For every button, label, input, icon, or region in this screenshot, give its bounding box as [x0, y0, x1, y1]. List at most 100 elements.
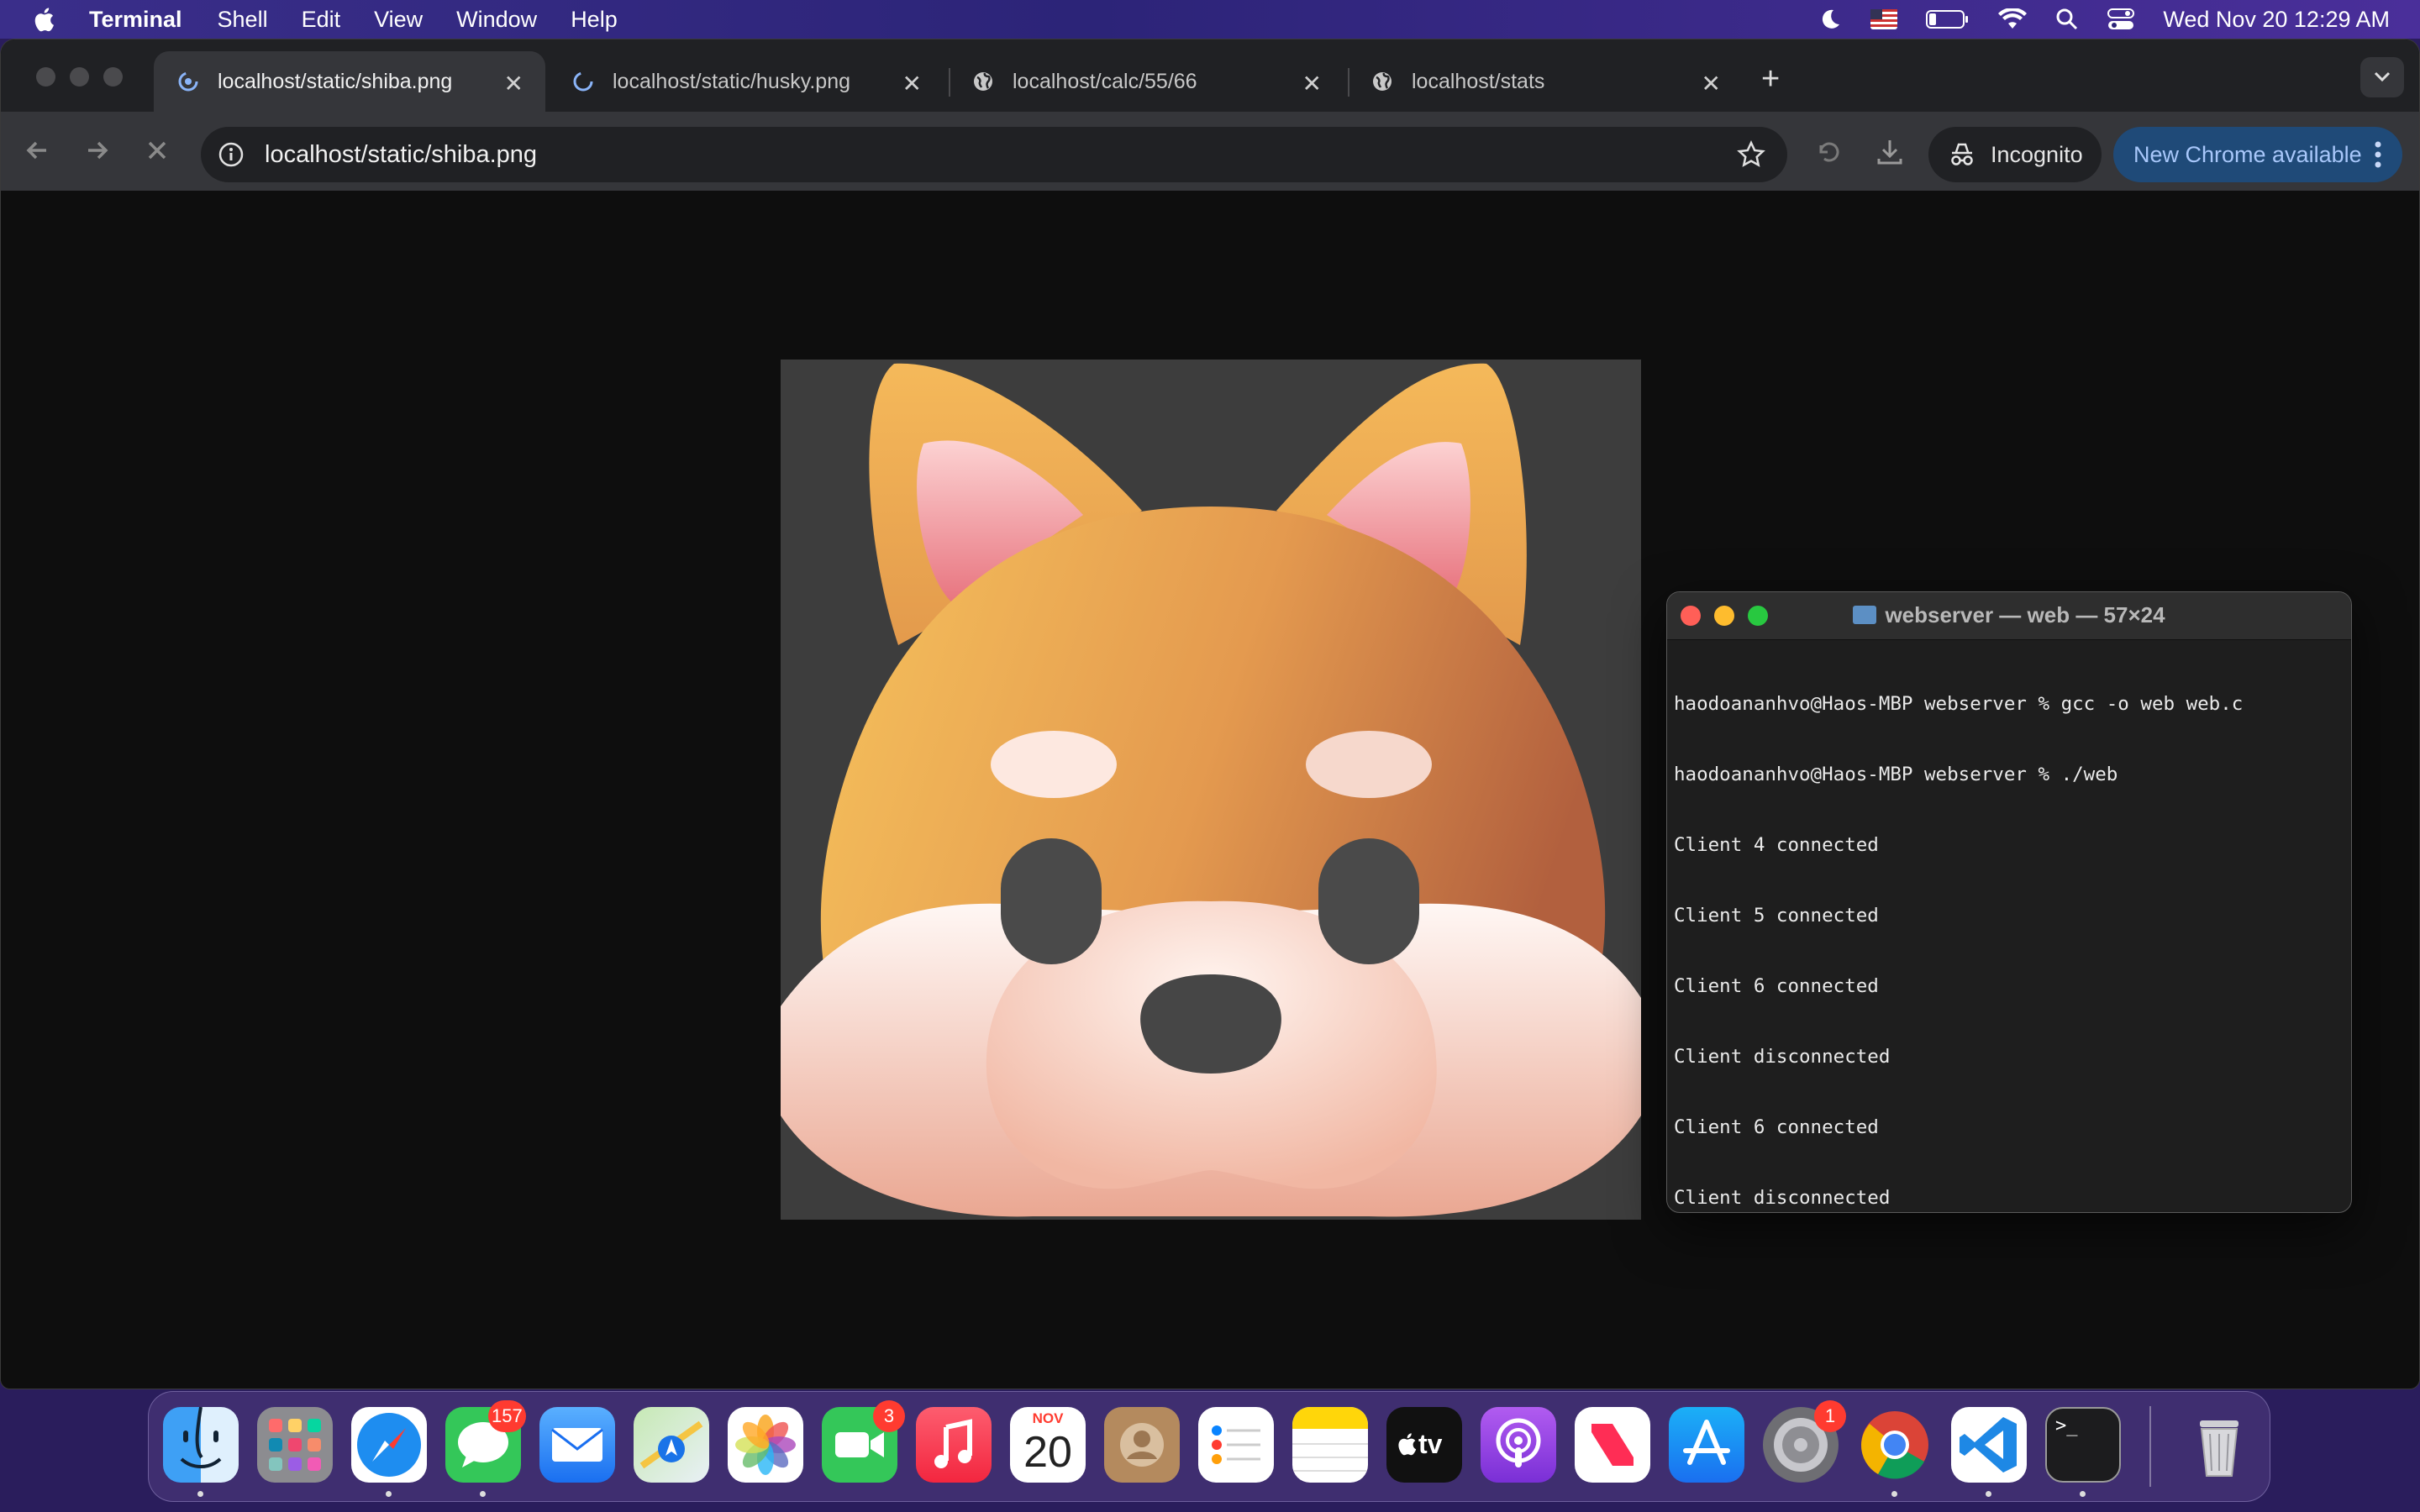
terminal-window[interactable]: webserver — web — 57×24 haodoananhvo@Hao…	[1666, 591, 2352, 1213]
terminal-line-text: Client disconnected	[1674, 1187, 1891, 1209]
news-icon[interactable]	[1575, 1407, 1650, 1483]
control-center-icon[interactable]	[2107, 8, 2135, 31]
dock: NOV 20 tv >_ 157 3 1	[148, 1391, 2270, 1502]
wifi-icon[interactable]	[1998, 8, 2028, 30]
shiba-image[interactable]	[781, 360, 1641, 1220]
loading-spinner-icon	[573, 71, 593, 92]
app-store-icon[interactable]	[1669, 1407, 1744, 1483]
menu-app-name[interactable]: Terminal	[89, 7, 182, 33]
reminders-icon[interactable]	[1198, 1407, 1274, 1483]
tab-stats[interactable]: localhost/stats ✕	[1348, 51, 1743, 112]
moon-icon[interactable]	[1818, 8, 1842, 31]
apple-menu-icon[interactable]	[32, 7, 55, 32]
running-indicator	[197, 1491, 203, 1497]
back-arrow-icon[interactable]	[19, 132, 56, 169]
tab-close-icon[interactable]: ✕	[504, 70, 523, 97]
site-info-icon[interactable]	[218, 141, 245, 168]
calendar-month: NOV	[1032, 1410, 1064, 1426]
tab-strip: localhost/static/shiba.png ✕ localhost/s…	[1, 39, 2419, 112]
dock-separator	[2149, 1406, 2151, 1487]
us-flag-icon[interactable]	[1870, 9, 1898, 29]
tab-close-icon[interactable]: ✕	[902, 70, 922, 97]
menu-help[interactable]: Help	[571, 7, 618, 33]
mail-icon[interactable]	[539, 1407, 615, 1483]
terminal-line-text: haodoananhvo@Haos-MBP webserver % gcc -o…	[1674, 693, 2244, 715]
extension-icon[interactable]	[1814, 137, 1844, 167]
menu-bar: Terminal Shell Edit View Window Help Wed…	[0, 0, 2420, 39]
zoom-window-button[interactable]	[103, 67, 123, 87]
address-bar[interactable]: localhost/static/shiba.png	[201, 127, 1787, 182]
running-indicator	[386, 1491, 392, 1497]
podcasts-icon[interactable]	[1481, 1407, 1556, 1483]
address-text[interactable]: localhost/static/shiba.png	[265, 141, 537, 169]
stop-loading-icon[interactable]	[139, 132, 176, 169]
terminal-line-text: Client 5 connected	[1674, 905, 1879, 927]
calendar-day: 20	[1023, 1428, 1072, 1477]
music-icon[interactable]	[916, 1407, 992, 1483]
tab-search-button[interactable]	[2360, 57, 2404, 97]
tab-title: localhost/static/husky.png	[613, 69, 851, 93]
menubar-clock[interactable]: Wed Nov 20 12:29 AM	[2163, 7, 2390, 33]
tab-husky[interactable]: localhost/static/husky.png ✕	[549, 51, 944, 112]
tab-title: localhost/stats	[1412, 69, 1545, 93]
battery-icon[interactable]	[1926, 9, 1970, 29]
folder-icon	[1853, 606, 1877, 624]
chrome-icon[interactable]	[1857, 1407, 1933, 1483]
new-tab-plus-icon[interactable]: +	[1761, 63, 1780, 95]
minimize-window-button[interactable]	[70, 67, 89, 87]
safari-icon[interactable]	[351, 1407, 427, 1483]
terminal-line-text: Client 6 connected	[1674, 975, 1879, 997]
contacts-icon[interactable]	[1104, 1407, 1180, 1483]
tab-title: localhost/calc/55/66	[1013, 69, 1197, 93]
notes-icon[interactable]	[1292, 1407, 1368, 1483]
menu-edit[interactable]: Edit	[302, 7, 341, 33]
menu-shell[interactable]: Shell	[218, 7, 268, 33]
apple-tv-icon[interactable]: tv	[1386, 1407, 1462, 1483]
window-controls	[36, 67, 123, 87]
close-window-button[interactable]	[36, 67, 55, 87]
terminal-output[interactable]: haodoananhvo@Haos-MBP webserver % gcc -o…	[1667, 640, 2351, 1212]
incognito-indicator[interactable]: Incognito	[1928, 127, 2102, 182]
terminal-line: Client disconnected	[1674, 1045, 2344, 1068]
terminal-line: Client 6 connected	[1674, 1116, 2344, 1139]
trash-icon[interactable]	[2181, 1407, 2257, 1483]
vscode-icon[interactable]	[1951, 1407, 2027, 1483]
launchpad-icon[interactable]	[257, 1407, 333, 1483]
update-label: New Chrome available	[2133, 141, 2362, 167]
running-indicator	[2080, 1491, 2086, 1497]
bookmark-star-icon[interactable]	[1737, 140, 1765, 169]
terminal-line-text: haodoananhvo@Haos-MBP webserver % ./web	[1674, 764, 2118, 785]
tab-close-icon[interactable]: ✕	[1302, 70, 1322, 97]
terminal-title-text: webserver — web — 57×24	[1885, 602, 2165, 627]
terminal-line: haodoananhvo@Haos-MBP webserver % gcc -o…	[1674, 692, 2344, 716]
more-menu-icon[interactable]	[2374, 140, 2382, 169]
forward-arrow-icon[interactable]	[78, 132, 115, 169]
spotlight-search-icon[interactable]	[2055, 8, 2079, 31]
terminal-line-text: Client 6 connected	[1674, 1116, 1879, 1138]
terminal-titlebar[interactable]: webserver — web — 57×24	[1667, 592, 2351, 640]
update-chrome-button[interactable]: New Chrome available	[2113, 127, 2402, 182]
terminal-line-text: Client disconnected	[1674, 1046, 1891, 1068]
menu-window[interactable]: Window	[456, 7, 537, 33]
terminal-line: Client 6 connected	[1674, 974, 2344, 998]
terminal-line-text: Client 4 connected	[1674, 834, 1879, 856]
apple-tv-label: tv	[1418, 1429, 1443, 1459]
photos-icon[interactable]	[728, 1407, 803, 1483]
tab-shiba[interactable]: localhost/static/shiba.png ✕	[154, 51, 545, 112]
download-icon[interactable]	[1875, 137, 1905, 167]
tab-calc[interactable]: localhost/calc/55/66 ✕	[949, 51, 1344, 112]
calendar-icon[interactable]: NOV 20	[1010, 1407, 1086, 1483]
finder-icon[interactable]	[163, 1407, 239, 1483]
menu-view[interactable]: View	[374, 7, 423, 33]
maps-icon[interactable]	[634, 1407, 709, 1483]
globe-icon	[974, 72, 992, 91]
globe-icon	[1373, 72, 1392, 91]
browser-toolbar: localhost/static/shiba.png Incognito New…	[1, 112, 2419, 191]
messages-badge: 157	[488, 1400, 526, 1432]
terminal-line: Client 5 connected	[1674, 904, 2344, 927]
tab-close-icon[interactable]: ✕	[1702, 70, 1721, 97]
chevron-down-icon	[2374, 71, 2391, 82]
terminal-line: Client disconnected	[1674, 1186, 2344, 1210]
terminal-title: webserver — web — 57×24	[1667, 602, 2351, 628]
terminal-icon[interactable]: >_	[2045, 1407, 2121, 1483]
